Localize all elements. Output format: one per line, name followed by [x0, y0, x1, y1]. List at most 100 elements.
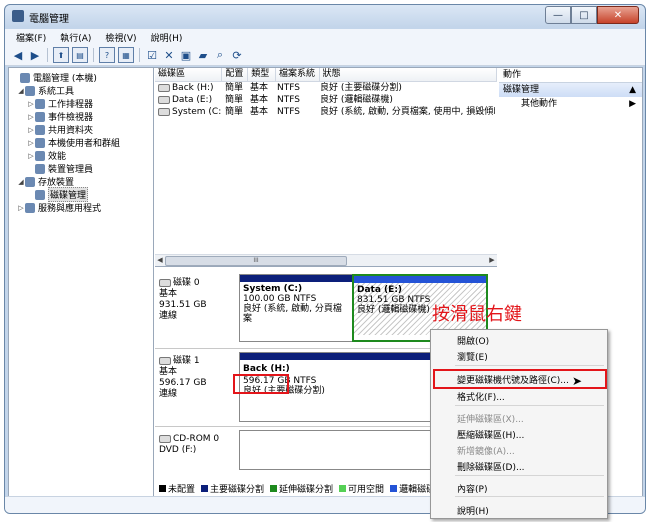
menu-properties[interactable]: 內容(P): [457, 482, 487, 495]
event-viewer-icon: [35, 111, 45, 122]
check-icon[interactable]: ☑: [145, 48, 159, 62]
volume-icon: [158, 107, 170, 116]
toolbar: ◀ ▶ ⬆ ▤ ? ▦ ☑ ✕ ▣ ▰ ⌕ ⟳: [5, 45, 645, 66]
legend-swatch: [339, 485, 347, 492]
tree-item-event-viewer[interactable]: ▷ 事件檢視器: [9, 110, 153, 123]
annotation-right-click: 按滑鼠右鍵: [432, 304, 522, 325]
cdrom-icon: [159, 434, 171, 443]
table-row[interactable]: System (C:) 簡單 基本 NTFS 良好 (系統, 啟動, 分頁檔案,…: [155, 106, 497, 118]
tree-item-task-scheduler[interactable]: ▷ 工作排程器: [9, 97, 153, 110]
console-icon[interactable]: ▦: [118, 47, 134, 63]
table-row[interactable]: Back (H:) 簡單 基本 NTFS 良好 (主要磁碟分割): [155, 82, 497, 94]
legend-swatch: [390, 485, 398, 492]
scroll-left-icon[interactable]: ◀: [155, 255, 165, 266]
menu-separator: [455, 405, 604, 406]
close-button[interactable]: ✕: [597, 6, 639, 24]
disk-legend: 未配置 主要磁碟分割 延伸磁碟分割 可用空間 邏輯磁碟: [159, 482, 435, 495]
disk-icon: [159, 356, 171, 365]
legend-swatch: [270, 485, 278, 492]
users-icon: [35, 137, 45, 148]
menu-help[interactable]: 說明(H): [457, 504, 489, 517]
menu-explore[interactable]: 瀏覽(E): [457, 350, 488, 363]
column-type[interactable]: 類型: [248, 68, 276, 81]
menu-bar: 檔案(F) 執行(A) 檢視(V) 說明(H): [5, 29, 645, 45]
legend-primary: 主要磁碟分割: [201, 482, 264, 495]
menu-separator: [455, 496, 604, 497]
menu-extend-volume[interactable]: 延伸磁碟區(X)...: [457, 412, 524, 425]
legend-swatch: [159, 485, 166, 492]
console-tree: 電腦管理 (本機) ◢ 系統工具 ▷ 工作排程器 ▷ 事件檢視器 ▷ 共用資料夾 ▷ 本機…: [9, 68, 154, 497]
toolbar-separator: [93, 48, 94, 62]
computer-icon: [20, 72, 30, 83]
device-manager-icon: [35, 163, 45, 174]
cdrom-label[interactable]: CD-ROM 0 DVD (F:): [159, 434, 229, 456]
horizontal-scrollbar[interactable]: ◀ III ▶: [155, 254, 497, 266]
menu-file[interactable]: 檔案(F): [9, 31, 53, 44]
tools-icon: [25, 85, 35, 96]
search-icon[interactable]: ⌕: [213, 48, 227, 62]
tree-item-disk-management[interactable]: 磁碟管理: [9, 187, 153, 202]
volume-icon: [158, 83, 170, 92]
legend-extended: 延伸磁碟分割: [270, 482, 333, 495]
minimize-button[interactable]: —: [545, 6, 571, 24]
computer-management-icon: [12, 10, 24, 22]
volume-list: 磁碟區 配置 類型 檔案系統 狀態 Back (H:) 簡單 基本 NTFS 良…: [155, 68, 497, 267]
disk-0-label[interactable]: 磁碟 0 基本 931.51 GB 連線: [159, 278, 229, 322]
legend-logical: 邏輯磁碟: [390, 482, 435, 495]
back-arrow-icon[interactable]: ◀: [11, 48, 25, 62]
performance-icon: [35, 150, 45, 161]
menu-separator: [455, 475, 604, 476]
actions-section-disk-management[interactable]: 磁碟管理 ▲: [499, 83, 642, 97]
maximize-button[interactable]: □: [571, 6, 597, 24]
menu-add-mirror[interactable]: 新增鏡像(A)...: [457, 444, 515, 457]
forward-arrow-icon[interactable]: ▶: [28, 48, 42, 62]
disk-management-icon: [35, 189, 45, 200]
disk-1-label[interactable]: 磁碟 1 基本 596.17 GB 連線: [159, 356, 229, 400]
show-tree-icon[interactable]: ▤: [72, 47, 88, 63]
legend-unallocated: 未配置: [159, 482, 195, 495]
menu-shrink-volume[interactable]: 壓縮磁碟區(H)...: [457, 428, 524, 441]
scroll-thumb[interactable]: III: [165, 256, 347, 266]
services-icon: [25, 202, 35, 213]
legend-free: 可用空間: [339, 482, 384, 495]
tree-item-local-users[interactable]: ▷ 本機使用者和群組: [9, 136, 153, 149]
actions-more[interactable]: 其他動作 ▶: [499, 97, 642, 111]
menu-delete-volume[interactable]: 刪除磁碟區(D)...: [457, 460, 525, 473]
tree-item-shared-folders[interactable]: ▷ 共用資料夾: [9, 123, 153, 136]
title-bar: 電腦管理 — □ ✕: [5, 5, 645, 27]
column-status[interactable]: 狀態: [320, 68, 497, 81]
open-folder-icon[interactable]: ▰: [196, 48, 210, 62]
tree-item-services[interactable]: ▷ 服務與應用程式: [9, 201, 153, 214]
tree-item-device-manager[interactable]: 裝置管理員: [9, 162, 153, 175]
storage-icon: [25, 176, 35, 187]
table-row[interactable]: Data (E:) 簡單 基本 NTFS 良好 (邏輯磁碟機): [155, 94, 497, 106]
toolbar-separator: [139, 48, 140, 62]
refresh-icon[interactable]: ⟳: [230, 48, 244, 62]
menu-view[interactable]: 檢視(V): [98, 31, 143, 44]
column-volume[interactable]: 磁碟區: [155, 68, 223, 81]
tree-item-performance[interactable]: ▷ 效能: [9, 149, 153, 162]
actions-header: 動作: [499, 68, 642, 83]
shared-folder-icon: [35, 124, 45, 135]
submenu-arrow-icon: ▶: [629, 99, 636, 109]
context-menu: 開啟(O) 瀏覽(E) 變更磁碟機代號及路徑(C)... 格式化(F)... 延…: [430, 329, 608, 519]
properties-icon[interactable]: ▣: [179, 48, 193, 62]
column-filesystem[interactable]: 檔案系統: [276, 68, 320, 81]
partition-system-c[interactable]: System (C:) 100.00 GB NTFS 良好 (系統, 啟動, 分…: [239, 274, 353, 342]
menu-action[interactable]: 執行(A): [53, 31, 98, 44]
highlight-back-h: [233, 374, 289, 394]
tree-item-system-tools[interactable]: ◢ 系統工具: [9, 84, 153, 97]
help-icon[interactable]: ?: [99, 47, 115, 63]
menu-open[interactable]: 開啟(O): [457, 334, 489, 347]
up-folder-icon[interactable]: ⬆: [53, 47, 69, 63]
clock-icon: [35, 98, 45, 109]
scroll-right-icon[interactable]: ▶: [487, 255, 497, 266]
menu-help[interactable]: 說明(H): [144, 31, 190, 44]
collapse-icon[interactable]: ▲: [629, 83, 636, 97]
window-title: 電腦管理: [29, 14, 69, 25]
column-layout[interactable]: 配置: [222, 68, 249, 81]
tree-item-computer-management[interactable]: 電腦管理 (本機): [9, 71, 153, 84]
menu-format[interactable]: 格式化(F)...: [457, 390, 505, 403]
arrow-cursor-icon: ➤: [572, 374, 583, 388]
delete-icon[interactable]: ✕: [162, 48, 176, 62]
